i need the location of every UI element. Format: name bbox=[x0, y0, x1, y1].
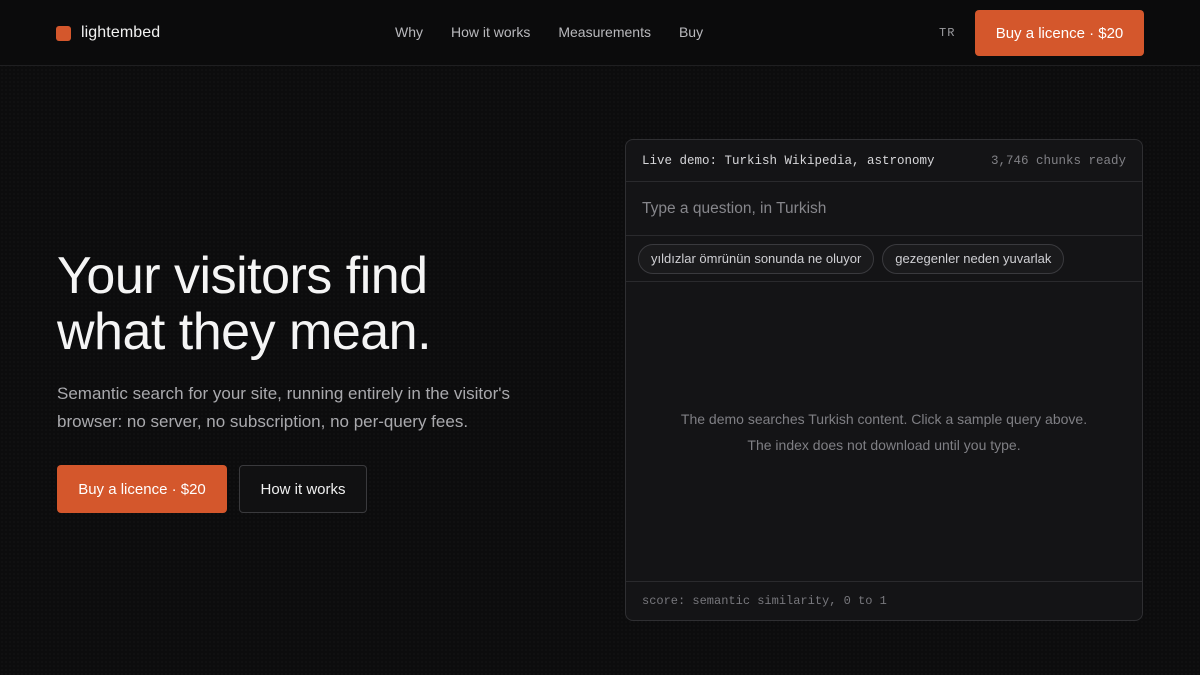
nav-link-why[interactable]: Why bbox=[395, 24, 423, 40]
demo-status: 3,746 chunks ready bbox=[990, 153, 1126, 168]
nav-link-measurements[interactable]: Measurements bbox=[558, 24, 651, 40]
brand[interactable]: lightembed bbox=[56, 22, 160, 44]
live-demo-panel: Live demo: Turkish Wikipedia, astronomy … bbox=[625, 139, 1143, 621]
hero-title-line-1: Your visitors find bbox=[57, 247, 428, 305]
nav-link-buy[interactable]: Buy bbox=[679, 24, 703, 40]
brand-logo-icon bbox=[56, 25, 71, 41]
demo-footer: score: semantic similarity, 0 to 1 bbox=[642, 594, 887, 608]
sample-query-chip[interactable]: gezegenler neden yuvarlak bbox=[882, 243, 1065, 274]
top-nav: lightembed Why How it works Measurements… bbox=[0, 0, 1200, 66]
demo-header: Live demo: Turkish Wikipedia, astronomy … bbox=[626, 140, 1142, 182]
sample-query-chip[interactable]: yıldızlar ömrünün sonunda ne oluyor bbox=[638, 243, 875, 274]
language-switch[interactable]: TR bbox=[939, 26, 955, 40]
hero-how-it-works-button[interactable]: How it works bbox=[239, 465, 367, 513]
demo-search-input[interactable] bbox=[626, 182, 1142, 235]
hero-buy-licence-button[interactable]: Buy a licence · $20 bbox=[57, 465, 227, 513]
nav-links: Why How it works Measurements Buy bbox=[395, 24, 703, 40]
nav-link-how-it-works[interactable]: How it works bbox=[451, 24, 530, 40]
demo-input-row bbox=[626, 182, 1142, 236]
brand-name: lightembed bbox=[81, 24, 161, 41]
demo-message-line-2: The index does not download until you ty… bbox=[747, 436, 1021, 453]
demo-message-line-1: The demo searches Turkish content. Click… bbox=[680, 410, 1088, 427]
hero-subtitle: Semantic search for your site, running e… bbox=[57, 384, 510, 431]
demo-title: Live demo: Turkish Wikipedia, astronomy bbox=[642, 153, 935, 168]
hero-title-line-2: what they mean. bbox=[57, 303, 432, 361]
sample-queries: yıldızlar ömrünün sonunda ne oluyor geze… bbox=[626, 236, 1142, 282]
hero-title: Your visitors find what they mean. bbox=[57, 248, 577, 360]
nav-buy-licence-button[interactable]: Buy a licence · $20 bbox=[975, 10, 1144, 56]
demo-results-area: The demo searches Turkish content. Click… bbox=[626, 282, 1142, 582]
